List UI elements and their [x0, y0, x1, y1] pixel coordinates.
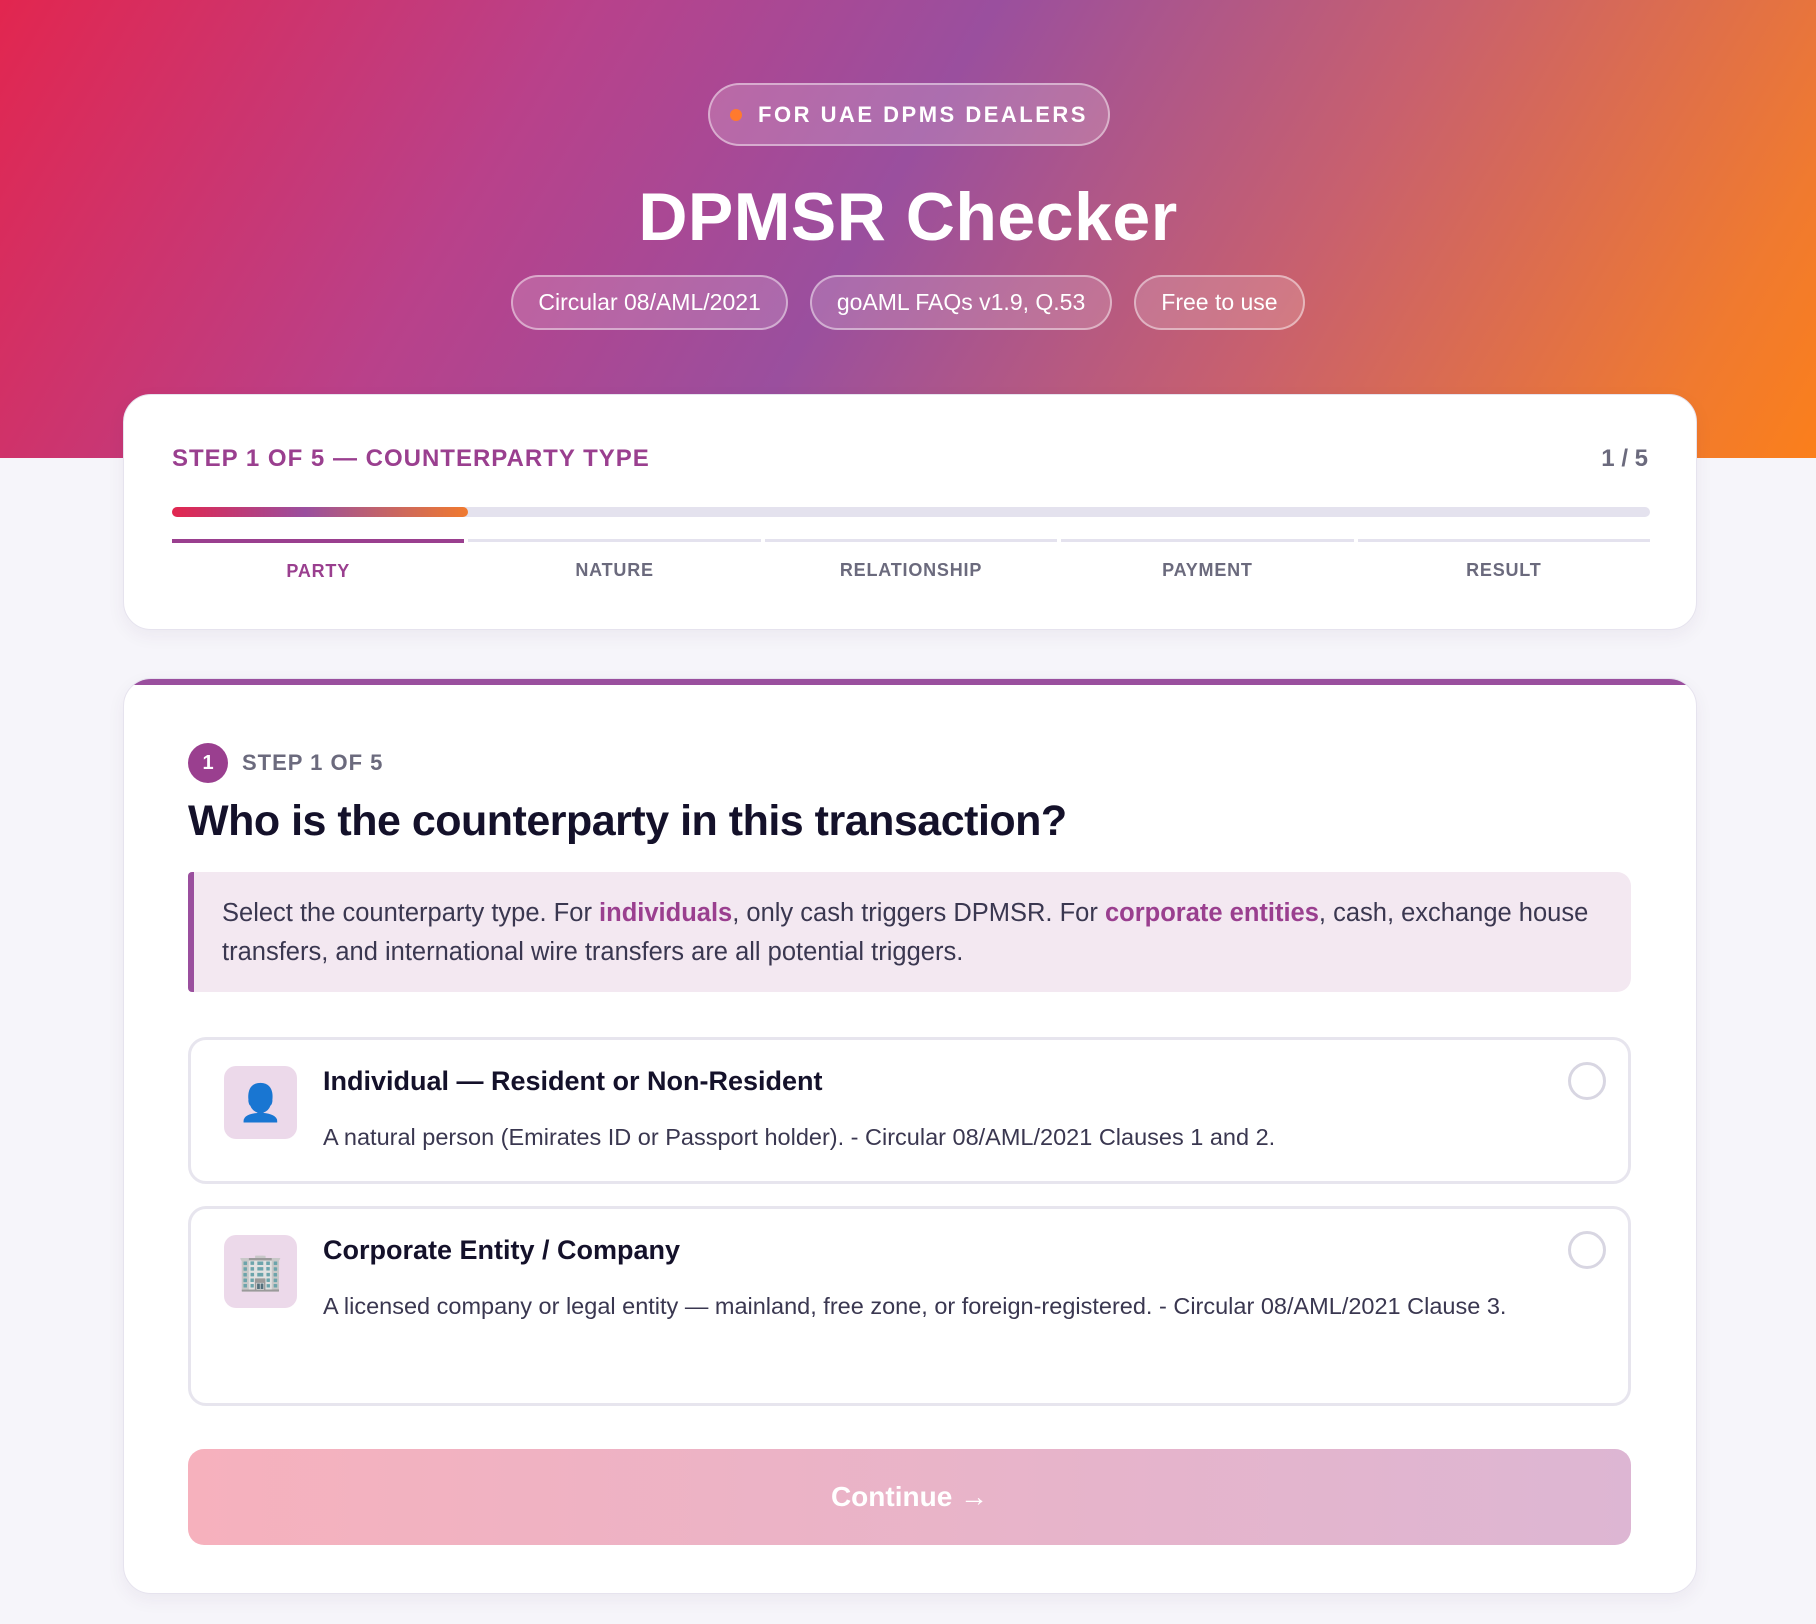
hero-banner: FOR UAE DPMS DEALERS DPMSR Checker Circu…	[0, 0, 1816, 458]
audience-badge: FOR UAE DPMS DEALERS	[708, 83, 1110, 146]
tab-payment[interactable]: PAYMENT	[1061, 539, 1354, 582]
option-description: A natural person (Emirates ID or Passpor…	[323, 1124, 1276, 1150]
progress-card: STEP 1 OF 5 — COUNTERPARTY TYPE 1 / 5 PA…	[123, 394, 1697, 630]
status-dot-icon	[730, 108, 743, 121]
info-callout: Select the counterparty type. For indivi…	[188, 872, 1631, 992]
question-card: 1 STEP 1 OF 5 Who is the counterparty in…	[123, 678, 1697, 1594]
audience-badge-label: FOR UAE DPMS DEALERS	[758, 101, 1088, 127]
step-tabs: PARTY NATURE RELATIONSHIP PAYMENT RESULT	[172, 539, 1651, 582]
reference-pill: Free to use	[1134, 275, 1305, 330]
tab-relationship[interactable]: RELATIONSHIP	[764, 539, 1058, 582]
step-indicator-label: STEP 1 OF 5	[242, 750, 384, 775]
reference-pill: goAML FAQs v1.9, Q.53	[809, 275, 1113, 330]
tab-result[interactable]: RESULT	[1357, 539, 1651, 582]
continue-button[interactable]: Continue →	[188, 1449, 1631, 1545]
progress-step-label: STEP 1 OF 5 — COUNTERPARTY TYPE	[172, 445, 650, 472]
progress-fill	[172, 507, 468, 517]
option-title: Individual — Resident or Non-Resident	[323, 1066, 823, 1096]
tab-nature[interactable]: NATURE	[468, 539, 761, 582]
info-text: , only cash triggers DPMSR. For	[732, 899, 1105, 927]
progress-track	[172, 507, 1650, 517]
page-title: DPMSR Checker	[638, 179, 1178, 255]
option-radio[interactable]	[1568, 1231, 1606, 1269]
tab-party[interactable]: PARTY	[172, 539, 465, 582]
option-corporate[interactable]: 🏢 Corporate Entity / Company A licensed …	[188, 1206, 1631, 1406]
reference-pills: Circular 08/AML/2021 goAML FAQs v1.9, Q.…	[0, 275, 1816, 330]
option-title: Corporate Entity / Company	[323, 1235, 681, 1265]
progress-step-count: 1 / 5	[1601, 445, 1648, 472]
building-icon: 🏢	[224, 1235, 297, 1308]
option-description: A licensed company or legal entity — mai…	[323, 1293, 1507, 1319]
person-icon: 👤	[224, 1066, 297, 1139]
info-highlight-corporate: corporate entities	[1104, 899, 1319, 927]
card-accent-bar	[124, 679, 1696, 685]
question-title: Who is the counterparty in this transact…	[188, 797, 1067, 845]
reference-pill: Circular 08/AML/2021	[511, 275, 788, 330]
info-highlight-individuals: individuals	[599, 899, 733, 927]
step-indicator: 1 STEP 1 OF 5	[188, 743, 383, 783]
info-text: Select the counterparty type. For	[222, 899, 600, 927]
option-radio[interactable]	[1568, 1062, 1606, 1100]
option-individual[interactable]: 👤 Individual — Resident or Non-Resident …	[188, 1037, 1631, 1184]
step-number-badge: 1	[188, 743, 228, 783]
